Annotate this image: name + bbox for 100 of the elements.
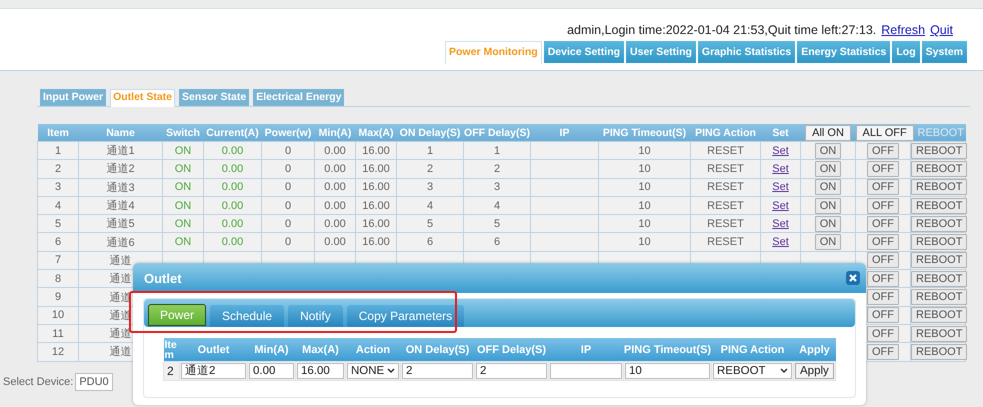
outlet-button[interactable]: OFF [867,344,899,360]
outlet-button[interactable]: OFF [867,179,899,196]
apply-button[interactable]: Apply [795,363,834,379]
table-cell: 10 [52,309,64,322]
caret-icon [387,368,395,374]
table-cell: 9 [54,291,62,304]
table-cell: 6 [426,236,434,248]
outlet-button[interactable]: ON [814,198,842,214]
column-header: PING Timeout(S) [624,344,712,356]
column-header: Current(A) [206,126,259,138]
table-cell: 4 [426,200,434,212]
table-cell: 8 [54,272,62,285]
header-link[interactable]: Refresh [881,23,926,38]
column-header: OFF Delay(S) [476,344,546,356]
table-cell: RESET [707,144,744,157]
table-cell: 0 [284,218,292,230]
outlet-button[interactable]: ON [814,234,842,250]
table-cell: 通道 [110,273,132,286]
column-header: Name [106,126,135,138]
dialog-tab[interactable]: Schedule [210,305,284,327]
table-cell: 5 [426,218,434,230]
outlet-button[interactable]: REBOOT [911,326,968,342]
input-field[interactable]: 2 [476,363,547,379]
outlet-button[interactable]: OFF [867,326,899,342]
input-field[interactable]: 通道2 [181,363,246,379]
table-cell: 10 [638,218,651,230]
outlet-button[interactable]: ON [814,160,842,177]
column-header: Action [356,344,390,356]
table-cell: 4 [494,200,500,212]
column-header: PING Timeout(S) [602,126,686,138]
outlet-button[interactable]: OFF [867,160,899,177]
column-header: Set [772,126,789,138]
dialog-tab[interactable]: Copy Parameters [346,305,464,327]
outlet-button[interactable]: OFF [867,307,899,324]
column-header: OFF Delay(S) [464,126,530,138]
table-cell: 12 [52,346,64,358]
outlet-button[interactable]: REBOOT [911,344,968,360]
input-field[interactable]: 10 [625,363,710,379]
table-cell: 11 [52,328,64,340]
table-cell: 0.00 [222,162,244,175]
table-cell: 1 [426,144,434,157]
table-cell: 16.00 [362,218,390,230]
outlet-button[interactable]: REBOOT [911,307,968,324]
outlet-button[interactable]: ON [814,216,842,232]
table-cell: ON [174,200,192,212]
table-cell: 6 [54,236,62,248]
dropdown-field[interactable]: REBOOT [713,363,792,379]
outlet-button[interactable]: REBOOT [911,142,968,159]
outlet-button[interactable]: OFF [867,216,899,232]
table-cell: RESET [707,181,744,194]
table-cell: 0.00 [324,162,346,175]
table-cell: 0 [284,181,292,194]
table-cell: ON [174,162,192,175]
close-icon[interactable] [846,271,860,285]
table-cell: 2 [494,162,500,175]
outlet-button[interactable]: OFF [867,289,899,306]
outlet-button[interactable]: ON [814,179,842,196]
outlet-button[interactable]: OFF [867,270,899,287]
column-header: Min(A) [254,344,289,356]
login-info: admin,Login time:2022-01-04 21:53,Quit time left:27:13. [567,23,876,38]
header-button[interactable]: All ON [805,124,851,140]
outlet-button[interactable]: REBOOT [911,198,968,214]
outlet-button[interactable]: REBOOT [911,252,968,268]
outlet-button[interactable]: REBOOT [911,270,968,287]
input-field[interactable]: 16.00 [297,363,344,379]
dialog-tab[interactable]: Notify [288,305,343,327]
table-cell: 0.00 [222,236,244,248]
column-header: PING Action [695,126,756,138]
input-field[interactable]: 2 [402,363,473,379]
caret-icon [780,368,788,374]
dialog-title: Outlet [144,270,182,286]
table-cell: ON [174,144,192,157]
device-select[interactable]: PDU0 [75,372,113,391]
column-header: IP [580,344,592,356]
outlet-button[interactable]: ON [814,142,842,159]
table-cell: 7 [54,254,62,266]
table-cell: 0 [284,144,292,157]
outlet-button[interactable]: REBOOT [911,289,968,306]
table-cell: ON [174,236,192,248]
item-number: 2 [166,364,174,378]
table-cell: 0.00 [222,218,244,230]
dropdown-field[interactable]: NONE [347,363,399,379]
table-cell: 16.00 [362,236,390,248]
table-cell: 通道 [110,346,132,358]
outlet-button[interactable]: REBOOT [911,160,968,177]
table-cell: RESET [707,236,744,248]
input-field[interactable] [550,363,622,379]
header-link[interactable]: Quit [930,23,953,38]
outlet-button[interactable]: OFF [867,234,899,250]
outlet-button[interactable]: OFF [867,142,899,159]
outlet-button[interactable]: REBOOT [911,234,968,250]
header-button[interactable]: ALL OFF [856,124,914,140]
table-cell: 10 [638,200,651,212]
input-field[interactable]: 0.00 [249,363,294,379]
outlet-button[interactable]: OFF [867,252,899,268]
table-cell: 10 [638,162,651,175]
outlet-button[interactable]: OFF [867,198,899,214]
outlet-button[interactable]: REBOOT [911,179,968,196]
outlet-button[interactable]: REBOOT [911,216,968,232]
column-header: ON Delay(S) [400,126,460,138]
